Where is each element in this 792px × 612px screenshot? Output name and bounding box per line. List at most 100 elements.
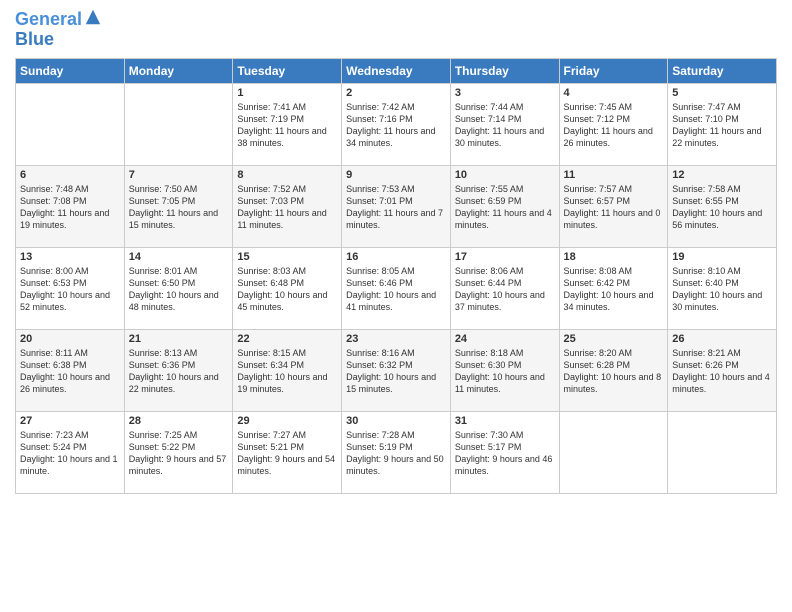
day-number: 21	[129, 333, 229, 345]
day-info: Sunrise: 7:41 AM Sunset: 7:19 PM Dayligh…	[237, 101, 337, 150]
day-cell: 25Sunrise: 8:20 AM Sunset: 6:28 PM Dayli…	[559, 329, 668, 411]
day-info: Sunrise: 8:11 AM Sunset: 6:38 PM Dayligh…	[20, 347, 120, 396]
day-cell: 11Sunrise: 7:57 AM Sunset: 6:57 PM Dayli…	[559, 165, 668, 247]
day-cell: 15 Sunrise: 8:03 AM Sunset: 6:48 PM Dayli…	[233, 247, 342, 329]
day-number: 28	[129, 415, 229, 427]
logo-text-line1: General	[15, 10, 82, 30]
day-cell: 12 Sunrise: 7:58 AM Sunset: 6:55 PM Dayli…	[668, 165, 777, 247]
col-header-sunday: Sunday	[16, 58, 125, 83]
logo-icon	[84, 8, 102, 26]
day-cell: 13 Sunrise: 8:00 AM Sunset: 6:53 PM Dayli…	[16, 247, 125, 329]
day-info: Sunrise: 7:28 AM Sunset: 5:19 PM Dayligh…	[346, 429, 446, 478]
col-header-saturday: Saturday	[668, 58, 777, 83]
day-cell: 21 Sunrise: 8:13 AM Sunset: 6:36 PM Dayli…	[124, 329, 233, 411]
day-number: 6	[20, 169, 120, 181]
day-info: Sunrise: 8:15 AM Sunset: 6:34 PM Dayligh…	[237, 347, 337, 396]
day-info: Sunrise: 8:10 AM Sunset: 6:40 PM Dayligh…	[672, 265, 772, 314]
day-number: 3	[455, 87, 555, 99]
day-info: Sunrise: 8:20 AM Sunset: 6:28 PM Dayligh…	[564, 347, 664, 396]
day-info: Sunrise: 7:25 AM Sunset: 5:22 PM Dayligh…	[129, 429, 229, 478]
day-info: Sunrise: 8:08 AM Sunset: 6:42 PM Dayligh…	[564, 265, 664, 314]
day-cell	[668, 411, 777, 493]
day-number: 15	[237, 251, 337, 263]
day-number: 1	[237, 87, 337, 99]
day-cell: 4 Sunrise: 7:45 AM Sunset: 7:12 PM Daylig…	[559, 83, 668, 165]
day-cell: 16Sunrise: 8:05 AM Sunset: 6:46 PM Dayli…	[342, 247, 451, 329]
day-cell: 6 Sunrise: 7:48 AM Sunset: 7:08 PM Daylig…	[16, 165, 125, 247]
day-info: Sunrise: 7:55 AM Sunset: 6:59 PM Dayligh…	[455, 183, 555, 232]
day-cell	[16, 83, 125, 165]
week-row-3: 13 Sunrise: 8:00 AM Sunset: 6:53 PM Dayli…	[16, 247, 777, 329]
day-number: 10	[455, 169, 555, 181]
day-info: Sunrise: 7:27 AM Sunset: 5:21 PM Dayligh…	[237, 429, 337, 478]
day-cell: 22Sunrise: 8:15 AM Sunset: 6:34 PM Dayli…	[233, 329, 342, 411]
day-number: 9	[346, 169, 446, 181]
day-cell: 27 Sunrise: 7:23 AM Sunset: 5:24 PM Dayli…	[16, 411, 125, 493]
day-number: 13	[20, 251, 120, 263]
day-cell: 26 Sunrise: 8:21 AM Sunset: 6:26 PM Dayli…	[668, 329, 777, 411]
day-info: Sunrise: 8:16 AM Sunset: 6:32 PM Dayligh…	[346, 347, 446, 396]
day-info: Sunrise: 7:42 AM Sunset: 7:16 PM Dayligh…	[346, 101, 446, 150]
week-row-1: 1 Sunrise: 7:41 AM Sunset: 7:19 PM Daylig…	[16, 83, 777, 165]
day-number: 12	[672, 169, 772, 181]
day-number: 8	[237, 169, 337, 181]
day-cell: 24 Sunrise: 8:18 AM Sunset: 6:30 PM Dayli…	[450, 329, 559, 411]
day-info: Sunrise: 7:53 AM Sunset: 7:01 PM Dayligh…	[346, 183, 446, 232]
day-number: 14	[129, 251, 229, 263]
day-cell: 20 Sunrise: 8:11 AM Sunset: 6:38 PM Dayli…	[16, 329, 125, 411]
day-cell: 28 Sunrise: 7:25 AM Sunset: 5:22 PM Dayli…	[124, 411, 233, 493]
col-header-wednesday: Wednesday	[342, 58, 451, 83]
day-cell: 31 Sunrise: 7:30 AM Sunset: 5:17 PM Dayli…	[450, 411, 559, 493]
day-cell: 9 Sunrise: 7:53 AM Sunset: 7:01 PM Daylig…	[342, 165, 451, 247]
day-cell: 5Sunrise: 7:47 AM Sunset: 7:10 PM Daylig…	[668, 83, 777, 165]
day-info: Sunrise: 8:00 AM Sunset: 6:53 PM Dayligh…	[20, 265, 120, 314]
day-info: Sunrise: 8:03 AM Sunset: 6:48 PM Dayligh…	[237, 265, 337, 314]
day-info: Sunrise: 7:23 AM Sunset: 5:24 PM Dayligh…	[20, 429, 120, 478]
day-cell	[124, 83, 233, 165]
day-number: 17	[455, 251, 555, 263]
day-info: Sunrise: 8:21 AM Sunset: 6:26 PM Dayligh…	[672, 347, 772, 396]
day-number: 16	[346, 251, 446, 263]
day-number: 4	[564, 87, 664, 99]
day-cell: 2 Sunrise: 7:42 AM Sunset: 7:16 PM Daylig…	[342, 83, 451, 165]
logo-text-line2: Blue	[15, 30, 102, 50]
day-cell: 19Sunrise: 8:10 AM Sunset: 6:40 PM Dayli…	[668, 247, 777, 329]
col-header-thursday: Thursday	[450, 58, 559, 83]
day-info: Sunrise: 7:52 AM Sunset: 7:03 PM Dayligh…	[237, 183, 337, 232]
col-header-tuesday: Tuesday	[233, 58, 342, 83]
day-number: 5	[672, 87, 772, 99]
day-cell: 17 Sunrise: 8:06 AM Sunset: 6:44 PM Dayli…	[450, 247, 559, 329]
day-cell: 10 Sunrise: 7:55 AM Sunset: 6:59 PM Dayli…	[450, 165, 559, 247]
day-cell: 29 Sunrise: 7:27 AM Sunset: 5:21 PM Dayli…	[233, 411, 342, 493]
day-info: Sunrise: 7:48 AM Sunset: 7:08 PM Dayligh…	[20, 183, 120, 232]
logo: General Blue	[15, 10, 102, 50]
day-info: Sunrise: 7:57 AM Sunset: 6:57 PM Dayligh…	[564, 183, 664, 232]
day-cell: 30 Sunrise: 7:28 AM Sunset: 5:19 PM Dayli…	[342, 411, 451, 493]
day-number: 27	[20, 415, 120, 427]
day-number: 29	[237, 415, 337, 427]
day-number: 7	[129, 169, 229, 181]
day-info: Sunrise: 8:01 AM Sunset: 6:50 PM Dayligh…	[129, 265, 229, 314]
day-number: 26	[672, 333, 772, 345]
day-info: Sunrise: 7:45 AM Sunset: 7:12 PM Dayligh…	[564, 101, 664, 150]
day-number: 30	[346, 415, 446, 427]
day-info: Sunrise: 8:06 AM Sunset: 6:44 PM Dayligh…	[455, 265, 555, 314]
day-cell: 18Sunrise: 8:08 AM Sunset: 6:42 PM Dayli…	[559, 247, 668, 329]
header: General Blue	[15, 10, 777, 50]
day-number: 31	[455, 415, 555, 427]
day-cell: 1 Sunrise: 7:41 AM Sunset: 7:19 PM Daylig…	[233, 83, 342, 165]
day-cell	[559, 411, 668, 493]
day-cell: 8 Sunrise: 7:52 AM Sunset: 7:03 PM Daylig…	[233, 165, 342, 247]
day-info: Sunrise: 8:18 AM Sunset: 6:30 PM Dayligh…	[455, 347, 555, 396]
header-row: SundayMondayTuesdayWednesdayThursdayFrid…	[16, 58, 777, 83]
day-info: Sunrise: 8:13 AM Sunset: 6:36 PM Dayligh…	[129, 347, 229, 396]
day-number: 2	[346, 87, 446, 99]
day-cell: 23Sunrise: 8:16 AM Sunset: 6:32 PM Dayli…	[342, 329, 451, 411]
day-number: 20	[20, 333, 120, 345]
day-number: 24	[455, 333, 555, 345]
day-info: Sunrise: 7:44 AM Sunset: 7:14 PM Dayligh…	[455, 101, 555, 150]
day-info: Sunrise: 7:30 AM Sunset: 5:17 PM Dayligh…	[455, 429, 555, 478]
day-cell: 3 Sunrise: 7:44 AM Sunset: 7:14 PM Daylig…	[450, 83, 559, 165]
day-info: Sunrise: 7:58 AM Sunset: 6:55 PM Dayligh…	[672, 183, 772, 232]
week-row-5: 27 Sunrise: 7:23 AM Sunset: 5:24 PM Dayli…	[16, 411, 777, 493]
